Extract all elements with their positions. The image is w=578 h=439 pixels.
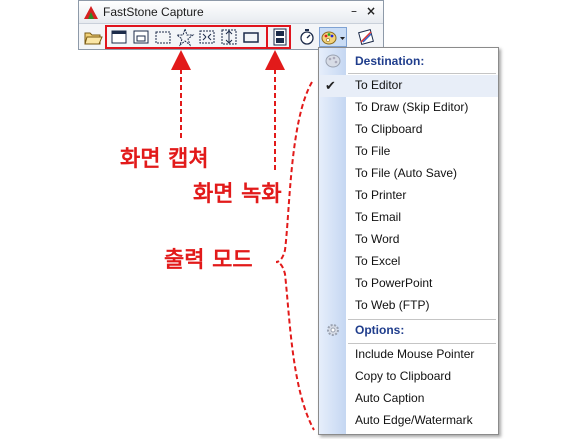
menu-item-to-web-ftp[interactable]: To Web (FTP) (319, 295, 498, 317)
menu-item-to-excel[interactable]: To Excel (319, 251, 498, 273)
menu-item-to-word[interactable]: To Word (319, 229, 498, 251)
destination-palette-icon (325, 54, 341, 68)
options-header: Options: (319, 319, 498, 341)
annotation-screen-recording: 화면 녹화 (193, 182, 282, 207)
menu-item-to-draw[interactable]: To Draw (Skip Editor) (319, 97, 498, 119)
checkmark-icon: ✔ (325, 78, 336, 93)
output-mode-brace (275, 81, 315, 431)
menu-item-to-editor[interactable]: ✔ To Editor (319, 75, 498, 97)
menu-item-auto-edge-watermark[interactable]: Auto Edge/Watermark (319, 410, 498, 432)
menu-item-to-powerpoint[interactable]: To PowerPoint (319, 273, 498, 295)
menu-item-to-printer[interactable]: To Printer (319, 185, 498, 207)
menu-item-include-mouse-pointer[interactable]: Include Mouse Pointer (319, 344, 498, 366)
menu-item-copy-to-clipboard[interactable]: Copy to Clipboard (319, 366, 498, 388)
menu-item-to-file[interactable]: To File (319, 141, 498, 163)
options-header-label: Options: (355, 323, 405, 337)
menu-item-auto-caption[interactable]: Auto Caption (319, 388, 498, 410)
annotation-output-mode: 출력 모드 (164, 248, 253, 273)
menu-separator (348, 73, 496, 74)
menu-item-to-clipboard[interactable]: To Clipboard (319, 119, 498, 141)
menu-item-to-file-auto-save[interactable]: To File (Auto Save) (319, 163, 498, 185)
menu-item-to-email[interactable]: To Email (319, 207, 498, 229)
options-gear-icon (327, 324, 339, 336)
destination-header: Destination: (319, 50, 498, 72)
output-destination-menu: Destination: ✔ To Editor To Draw (Skip E… (318, 47, 499, 435)
annotation-screen-capture: 화면 캡쳐 (120, 147, 209, 172)
destination-header-label: Destination: (355, 54, 425, 68)
